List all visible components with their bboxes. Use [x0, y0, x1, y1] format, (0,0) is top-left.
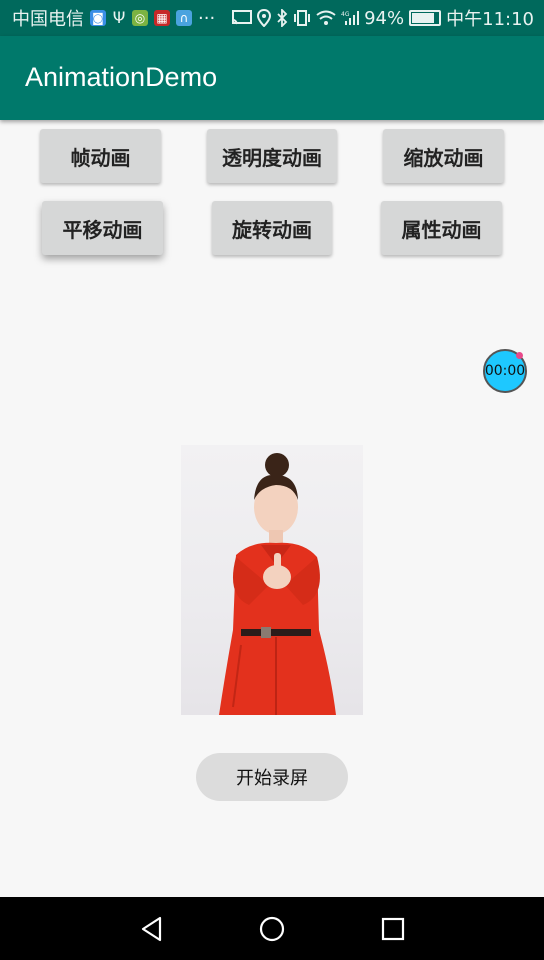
screen: 中国电信 ◙ Ψ ◎ ▦ ∩ ··· 4G 94% 中午11:10 Animat…: [0, 0, 544, 960]
alpha-animation-button[interactable]: 透明度动画: [207, 129, 337, 183]
start-recording-button[interactable]: 开始录屏: [196, 753, 348, 801]
wifi-icon: [316, 10, 336, 25]
app-notification-icon: ◎: [132, 10, 148, 26]
frame-animation-button[interactable]: 帧动画: [40, 129, 161, 183]
app-bar: AnimationDemo: [0, 36, 544, 120]
bluetooth-icon: [277, 9, 288, 27]
scale-animation-button[interactable]: 缩放动画: [383, 129, 504, 183]
vibrate-icon: [294, 10, 311, 26]
usb-icon: Ψ: [112, 8, 126, 27]
signal-icon: 4G: [341, 11, 360, 25]
translate-animation-button[interactable]: 平移动画: [42, 201, 163, 255]
status-bar-left: 中国电信 ◙ Ψ ◎ ▦ ∩ ···: [12, 0, 215, 36]
rotate-animation-button[interactable]: 旋转动画: [212, 201, 332, 255]
timer-label: 00:00: [484, 363, 526, 379]
location-icon: [257, 9, 272, 27]
animated-photo: [181, 445, 363, 715]
carrier-label: 中国电信: [12, 9, 84, 30]
status-bar: 中国电信 ◙ Ψ ◎ ▦ ∩ ··· 4G 94% 中午11:10: [0, 0, 544, 36]
app-notification-icon: ∩: [176, 10, 192, 26]
back-icon[interactable]: [136, 913, 168, 945]
battery-percent: 94%: [364, 7, 405, 29]
app-notification-icon: ▦: [154, 10, 170, 26]
home-icon[interactable]: [256, 913, 288, 945]
screen-cast-icon: [232, 10, 253, 25]
status-bar-right: 4G 94% 中午11:10: [232, 0, 534, 36]
recents-icon[interactable]: [377, 913, 409, 945]
more-notifications-icon: ···: [198, 7, 216, 29]
person-photo: [219, 453, 336, 715]
battery-icon: [409, 10, 442, 26]
navigation-bar: [0, 897, 544, 960]
recording-dot-icon: [516, 352, 523, 359]
app-title: AnimationDemo: [25, 62, 218, 92]
app-notification-icon: ◙: [90, 10, 106, 26]
recording-timer[interactable]: 00:00: [483, 349, 527, 393]
property-animation-button[interactable]: 属性动画: [381, 201, 502, 255]
svg-text:4G: 4G: [341, 11, 350, 18]
clock: 中午11:10: [446, 9, 534, 30]
